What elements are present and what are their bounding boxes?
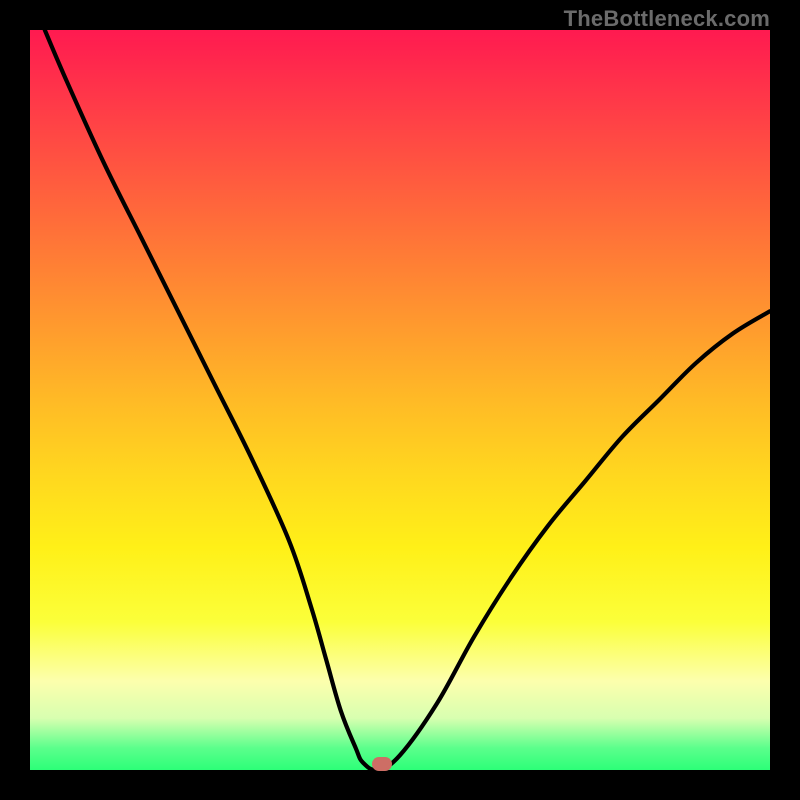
watermark-text: TheBottleneck.com bbox=[564, 6, 770, 32]
curve-path bbox=[45, 30, 770, 770]
bottleneck-curve bbox=[30, 30, 770, 770]
plot-area bbox=[30, 30, 770, 770]
minimum-marker bbox=[372, 757, 392, 771]
chart-frame: TheBottleneck.com bbox=[0, 0, 800, 800]
